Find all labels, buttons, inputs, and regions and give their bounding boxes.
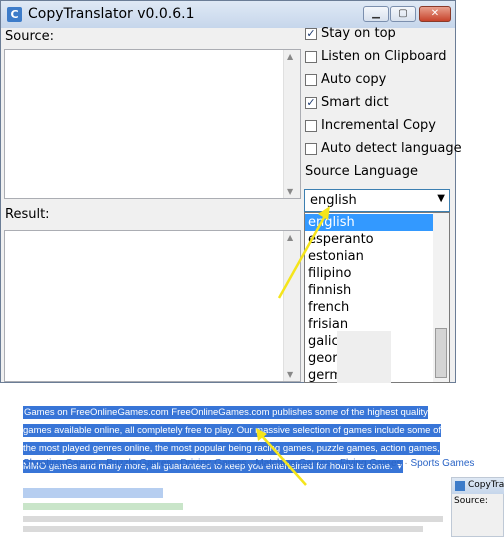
separator: · [249, 458, 253, 469]
scroll-up-icon[interactable]: ▲ [287, 233, 293, 242]
separator: · [100, 458, 104, 469]
window-title: CopyTranslator v0.0.6.1 [28, 6, 195, 22]
scroll-down-icon[interactable]: ▼ [287, 187, 293, 196]
close-icon: ✕ [430, 8, 440, 19]
link-sports-games[interactable]: Sports Games [410, 458, 474, 469]
link-matching-games[interactable]: Matching Games [255, 458, 331, 469]
maximize-button[interactable]: ▢ [390, 6, 416, 22]
checkbox[interactable] [305, 120, 317, 132]
link-flying-games[interactable]: Flying Games [340, 458, 402, 469]
blurred-region [337, 331, 391, 383]
close-button[interactable]: ✕ [419, 6, 451, 22]
source-scrollbar[interactable]: ▲ ▼ [283, 50, 300, 198]
checkbox[interactable]: ✓ [305, 97, 317, 109]
checkbox[interactable] [305, 51, 317, 63]
dropdown-option[interactable]: estonian [305, 248, 433, 265]
separator: · [404, 458, 408, 469]
mini-window-title: CopyTra [468, 480, 504, 490]
dropdown-option[interactable]: finnish [305, 282, 433, 299]
mini-title-bar: CopyTra [452, 478, 504, 494]
copytranslator-window: C CopyTranslator v0.0.6.1 ▁ ▢ ✕ Source: … [0, 0, 462, 383]
source-language-select[interactable]: english ▼ [304, 189, 450, 212]
scroll-thumb[interactable] [435, 328, 447, 378]
checkbox[interactable]: ✓ [305, 28, 317, 40]
mini-copytranslator-window: CopyTra Source: [451, 477, 504, 537]
blurred-snippet-line [23, 516, 443, 522]
dropdown-option[interactable]: esperanto [305, 231, 433, 248]
result-scrollbar[interactable]: ▲ ▼ [283, 231, 300, 381]
dropdown-option[interactable]: filipino [305, 265, 433, 282]
source-textarea[interactable]: ▲ ▼ [4, 49, 301, 199]
checkbox[interactable] [305, 74, 317, 86]
link-driving-games[interactable]: Driving Games [180, 458, 246, 469]
source-language-label: Source Language [305, 164, 418, 179]
mini-source-label: Source: [454, 496, 488, 506]
minimize-icon: ▁ [372, 8, 380, 19]
title-bar[interactable]: C CopyTranslator v0.0.6.1 ▁ ▢ ✕ [1, 1, 455, 28]
select-value: english [310, 193, 357, 208]
scroll-down-icon[interactable]: ▼ [287, 370, 293, 379]
checkbox[interactable] [305, 143, 317, 155]
dropdown-option[interactable]: french [305, 299, 433, 316]
app-icon: C [7, 7, 22, 22]
blurred-snippet-line [23, 526, 423, 532]
app-icon [455, 481, 465, 491]
separator: · [174, 458, 178, 469]
result-textarea[interactable]: ▲ ▼ [4, 230, 301, 382]
link-shooting-games[interactable]: Shooting Games [23, 458, 98, 469]
maximize-icon: ▢ [398, 8, 408, 19]
blurred-url [23, 503, 183, 510]
blurred-search-result [23, 488, 443, 540]
result-label: Result: [5, 207, 50, 222]
chevron-down-icon[interactable]: ▼ [437, 193, 445, 204]
dropdown-option[interactable]: english [305, 214, 433, 231]
link-puzzle-games[interactable]: Puzzle Games [106, 458, 171, 469]
source-label: Source: [5, 29, 55, 44]
blurred-title [23, 488, 163, 498]
separator: · [333, 458, 338, 469]
minimize-button[interactable]: ▁ [363, 6, 389, 22]
game-links: Shooting Games · Puzzle Games · Driving … [23, 458, 474, 469]
scroll-up-icon[interactable]: ▲ [287, 52, 293, 61]
dropdown-scrollbar[interactable] [433, 213, 449, 382]
